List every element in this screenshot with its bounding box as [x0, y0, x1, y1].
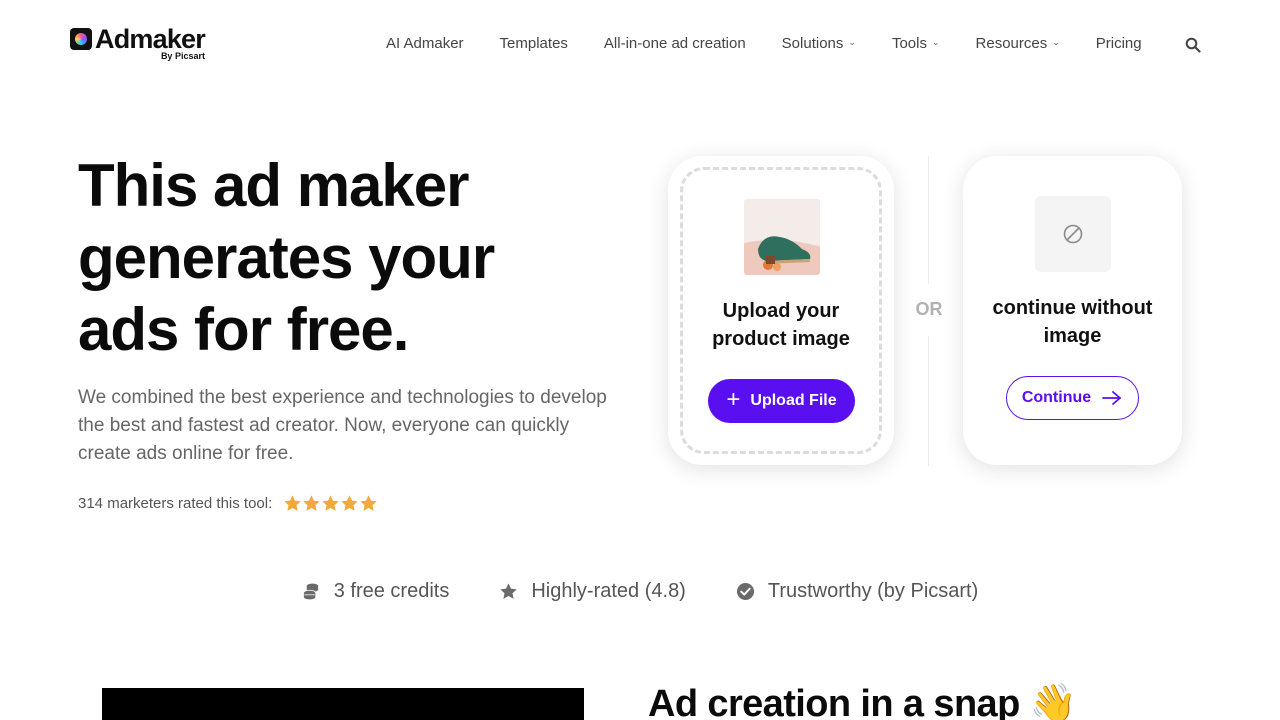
product-image-thumbnail: [744, 199, 820, 275]
continue-label: Continue: [1021, 389, 1092, 406]
search-icon[interactable]: [1185, 37, 1201, 53]
video-preview[interactable]: [102, 688, 584, 720]
nav-item-pricing[interactable]: Pricing: [1096, 35, 1142, 52]
coins-icon: [303, 583, 318, 600]
nav-item-all-in-one[interactable]: All-in-one ad creation: [604, 35, 746, 52]
plus-icon: +: [726, 386, 741, 413]
check-circle-icon: [736, 582, 754, 601]
rating-stars: [283, 494, 378, 513]
nav-item-label: Solutions: [781, 35, 844, 52]
continue-card-title: continue without image: [963, 294, 1182, 350]
hero-title-line: generates your: [78, 224, 495, 291]
hero-title-line: This ad maker: [78, 152, 470, 219]
main-nav: AI Admaker Templates All-in-one ad creat…: [386, 35, 1142, 52]
star-icon: [322, 495, 339, 511]
logo-mark-icon: [70, 28, 92, 50]
upload-card-title-line: Upload your: [722, 300, 840, 322]
features-row: 3 free credits Highly-rated (4.8) Trustw…: [0, 580, 1280, 603]
no-image-icon: [1063, 224, 1083, 244]
feature-trust: Trustworthy (by Picsart): [736, 580, 978, 603]
hero-title: This ad maker generates your ads for fre…: [78, 150, 638, 366]
upload-file-button[interactable]: + Upload File: [708, 379, 855, 423]
logo-text: Admaker By Picsart: [95, 24, 206, 62]
continue-card-title-line: continue without: [992, 297, 1153, 319]
star-icon: [284, 495, 301, 511]
upload-file-label: Upload File: [750, 392, 837, 409]
nav-item-label: Tools: [891, 35, 927, 52]
hero-title-line: ads for free.: [78, 296, 409, 363]
nav-item-label: AI Admaker: [386, 35, 464, 52]
nav-item-ai-admaker[interactable]: AI Admaker: [386, 35, 464, 52]
site-header: Admaker By Picsart AI Admaker Templates …: [0, 0, 1280, 90]
feature-rating: Highly-rated (4.8): [499, 580, 686, 603]
feature-credits: 3 free credits: [302, 580, 450, 603]
continue-button[interactable]: Continue: [1006, 376, 1139, 420]
nav-item-resources[interactable]: Resources ⌄: [976, 35, 1060, 52]
continue-card-title-line: image: [1043, 325, 1102, 347]
chevron-down-icon: ⌄: [848, 37, 856, 47]
upload-card-title-line: product image: [712, 328, 850, 350]
feature-label: Trustworthy (by Picsart): [767, 580, 979, 602]
logo-wordmark: Admaker: [95, 24, 206, 54]
star-icon: [360, 495, 377, 511]
feature-label: Highly-rated (4.8): [531, 580, 686, 602]
nav-item-label: Templates: [499, 35, 568, 52]
nav-item-label: Resources: [975, 35, 1048, 52]
star-icon: [341, 495, 358, 511]
logo-byline: By Picsart: [160, 51, 205, 61]
chevron-down-icon: ⌄: [1052, 37, 1060, 47]
upload-card[interactable]: Upload your product image + Upload File: [668, 156, 894, 465]
nav-item-solutions[interactable]: Solutions ⌄: [782, 35, 856, 52]
continue-card[interactable]: continue without image Continue: [963, 156, 1182, 465]
hero-subtitle: We combined the best experience and tech…: [78, 387, 607, 464]
nav-item-templates[interactable]: Templates: [500, 35, 568, 52]
admaker-logo[interactable]: Admaker By Picsart: [70, 24, 206, 62]
upload-card-title: Upload your product image: [668, 297, 894, 353]
nav-item-tools[interactable]: Tools ⌄: [892, 35, 940, 52]
nav-item-label: Pricing: [1095, 35, 1142, 52]
arrow-right-icon: [1102, 391, 1122, 405]
chevron-down-icon: ⌄: [931, 37, 940, 47]
or-divider-label: OR: [915, 299, 943, 319]
rating-text: 314 marketers rated this tool:: [78, 495, 273, 512]
divider-line: [928, 336, 929, 466]
feature-label: 3 free credits: [333, 580, 450, 602]
divider-line: [928, 156, 929, 284]
star-icon: [500, 583, 518, 599]
rating-row: 314 marketers rated this tool:: [78, 494, 378, 513]
section-title: Ad creation in a snap 👋: [648, 683, 1077, 720]
star-icon: [303, 495, 320, 511]
no-image-placeholder: [1035, 196, 1111, 272]
nav-item-label: All-in-one ad creation: [603, 35, 746, 52]
